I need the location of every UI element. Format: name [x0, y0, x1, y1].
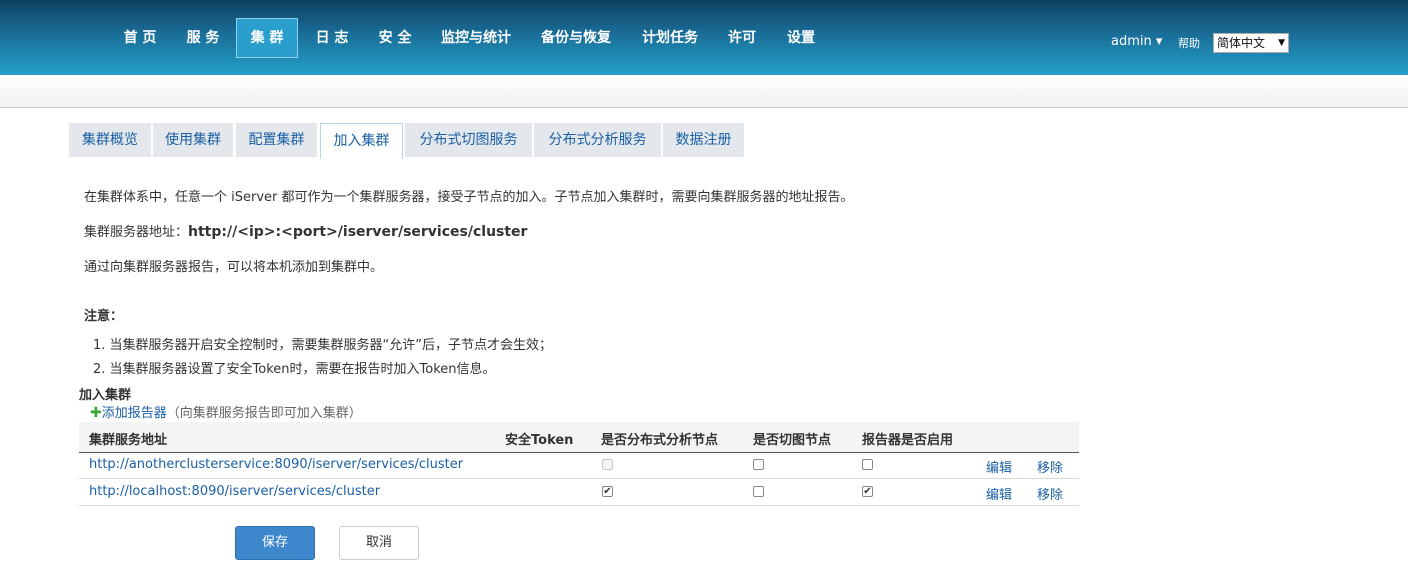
cluster-address-label: 集群服务器地址：: [84, 225, 189, 240]
analysis-node-checkbox[interactable]: [602, 459, 613, 470]
column-header-tile-node: 是否切图节点: [753, 433, 832, 448]
add-reporter-line: ✚添加报告器（向集群服务报告即可加入集群）: [90, 402, 362, 421]
plus-icon: ✚: [90, 405, 102, 421]
nav-item-services[interactable]: 服 务: [176, 18, 230, 58]
cancel-button[interactable]: 取消: [339, 526, 419, 560]
language-select-value: 简体中文: [1217, 36, 1266, 50]
analysis-node-checkbox[interactable]: ✔: [602, 486, 613, 497]
remove-link[interactable]: 移除: [1037, 457, 1063, 476]
note-title: 注意：: [84, 309, 124, 324]
add-reporter-hint: （向集群服务报告即可加入集群）: [166, 406, 362, 421]
report-text: 通过向集群服务器报告，可以将本机添加到集群中。: [84, 260, 384, 275]
language-select[interactable]: 简体中文 ▼: [1213, 33, 1289, 53]
add-reporter-link[interactable]: 添加报告器: [102, 406, 167, 421]
nav-item-cluster[interactable]: 集 群: [236, 18, 298, 58]
sub-header-bar: [0, 75, 1408, 108]
nav-item-backup[interactable]: 备份与恢复: [530, 18, 622, 58]
cluster-address-value: http://<ip>:<port>/iserver/services/clus…: [188, 224, 528, 240]
nav-item-home[interactable]: 首 页: [112, 18, 168, 58]
join-cluster-heading: 加入集群: [79, 388, 132, 403]
table-header: 集群服务地址 安全Token 是否分布式分析节点 是否切图节点 报告器是否启用: [79, 422, 1079, 453]
nav-item-monitoring[interactable]: 监控与统计: [430, 18, 522, 58]
table-row: http://anotherclusterservice:8090/iserve…: [79, 452, 1079, 479]
tab-distributed-analysis[interactable]: 分布式分析服务: [534, 123, 661, 157]
cluster-address-link[interactable]: http://anotherclusterservice:8090/iserve…: [89, 457, 463, 472]
cluster-address-line: 集群服务器地址：http://<ip>:<port>/iserver/servi…: [84, 221, 527, 240]
nav-item-logs[interactable]: 日 志: [304, 18, 360, 58]
user-menu[interactable]: admin ▾: [1111, 34, 1162, 49]
save-button[interactable]: 保存: [235, 526, 315, 560]
column-header-address: 集群服务地址: [89, 433, 168, 448]
reporter-enabled-checkbox[interactable]: ✔: [862, 486, 873, 497]
help-link[interactable]: 帮助: [1178, 35, 1200, 51]
reporter-enabled-checkbox[interactable]: [862, 459, 873, 470]
column-header-reporter-enabled: 报告器是否启用: [862, 433, 954, 448]
tab-configure-cluster[interactable]: 配置集群: [236, 123, 317, 157]
top-navigation-bar: 首 页 服 务 集 群 日 志 安 全 监控与统计 备份与恢复 计划任务 许可 …: [0, 0, 1408, 75]
tab-join-cluster[interactable]: 加入集群: [320, 123, 403, 159]
remove-link[interactable]: 移除: [1037, 484, 1063, 503]
tab-cluster-overview[interactable]: 集群概览: [69, 123, 151, 157]
column-header-token: 安全Token: [505, 433, 574, 448]
tile-node-checkbox[interactable]: [753, 459, 764, 470]
tab-distributed-tiling[interactable]: 分布式切图服务: [405, 123, 532, 157]
nav-item-license[interactable]: 许可: [718, 18, 766, 58]
nav-item-security[interactable]: 安 全: [368, 18, 422, 58]
note-item-2: 2. 当集群服务器设置了安全Token时，需要在报告时加入Token信息。: [93, 362, 496, 377]
nav-item-settings[interactable]: 设置: [776, 18, 826, 58]
edit-link[interactable]: 编辑: [986, 457, 1012, 476]
edit-link[interactable]: 编辑: [986, 484, 1012, 503]
note-item-1: 1. 当集群服务器开启安全控制时，需要集群服务器“允许”后，子节点才会生效；: [93, 338, 553, 353]
column-header-analysis-node: 是否分布式分析节点: [601, 433, 719, 448]
intro-text: 在集群体系中，任意一个 iServer 都可作为一个集群服务器，接受子节点的加入…: [84, 190, 854, 205]
table-row: http://localhost:8090/iserver/services/c…: [79, 479, 1079, 506]
tab-data-registration[interactable]: 数据注册: [663, 123, 744, 157]
nav-item-scheduled-tasks[interactable]: 计划任务: [632, 18, 708, 58]
tile-node-checkbox[interactable]: [753, 486, 764, 497]
chevron-down-icon: ▼: [1278, 38, 1285, 48]
cluster-address-link[interactable]: http://localhost:8090/iserver/services/c…: [89, 484, 380, 499]
tab-use-cluster[interactable]: 使用集群: [153, 123, 233, 157]
